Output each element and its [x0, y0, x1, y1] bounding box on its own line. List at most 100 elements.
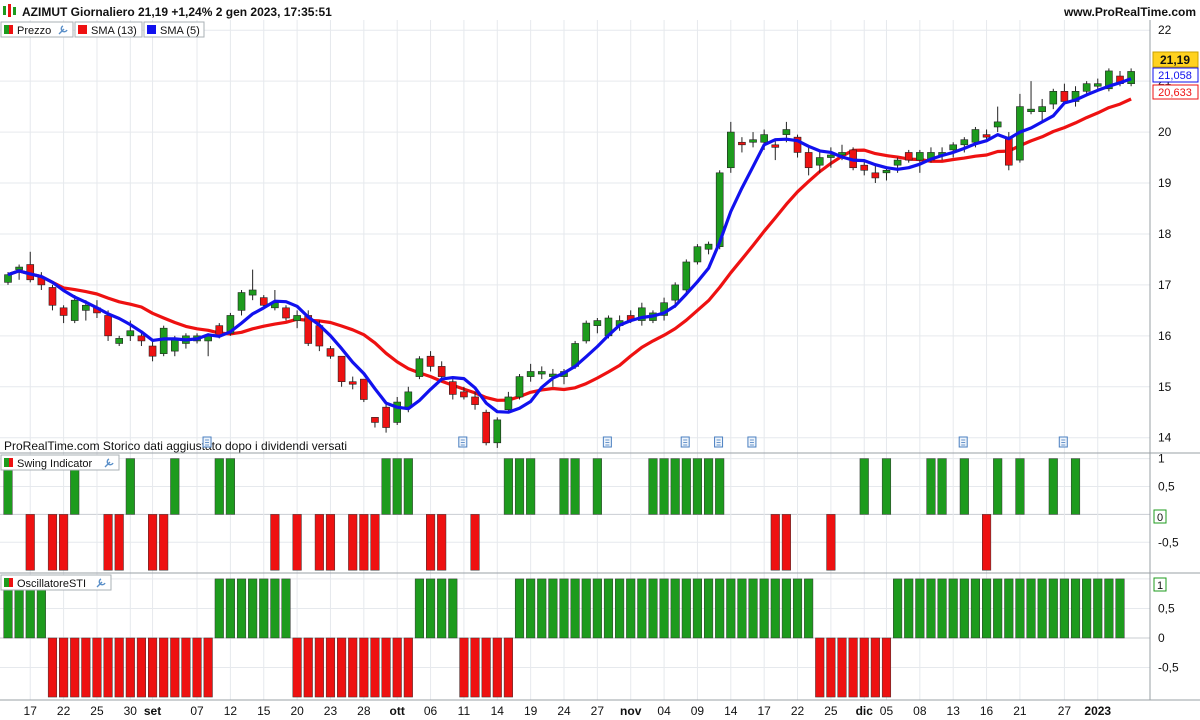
swing-bar [592, 458, 602, 515]
candle [693, 244, 702, 265]
sti-bar [837, 637, 847, 698]
sti-bar [1082, 578, 1092, 639]
swing-bar [926, 458, 936, 515]
sti-bar [893, 578, 903, 639]
news-doc-icon[interactable] [1058, 436, 1068, 448]
swing-last-badge: 0 [1153, 509, 1167, 524]
sti-bar [103, 637, 113, 698]
sti-bar [615, 578, 625, 639]
swing-bar [148, 514, 158, 571]
candle [159, 325, 168, 357]
sti-bar [792, 578, 803, 639]
swing-bar [982, 514, 992, 571]
sti-bar [292, 637, 302, 698]
news-doc-icon[interactable] [714, 436, 724, 448]
sti-bar [70, 637, 80, 698]
prezzo-swatch-icon [4, 25, 9, 34]
sti-bar [881, 637, 892, 698]
swing-bar [559, 458, 569, 515]
sti-bar [203, 637, 213, 698]
swing-bar [503, 458, 513, 515]
last-sma5-badge: 21,058 [1152, 67, 1199, 83]
sti-bar [1059, 578, 1069, 639]
news-doc-icon[interactable] [747, 436, 757, 448]
sti-bar [815, 637, 825, 698]
y-tick-label: 16 [1158, 329, 1172, 343]
sti-bar [770, 578, 780, 639]
news-doc-icon[interactable] [602, 436, 612, 448]
candle [682, 259, 691, 293]
x-tick-label: 28 [357, 704, 371, 718]
sti-bar [281, 578, 291, 639]
swing-bar [314, 514, 324, 571]
sti-bar [181, 637, 191, 698]
candle [515, 374, 524, 400]
swing-bar [993, 458, 1003, 515]
candle [582, 320, 591, 344]
x-tick-label: 2023 [1084, 704, 1111, 718]
y-tick-label: 0,5 [1158, 601, 1175, 615]
swing-bar [514, 458, 525, 515]
swing-bar [159, 514, 169, 571]
swing-bar [715, 458, 725, 515]
swing-legend: Swing Indicator [0, 454, 120, 471]
swing-bar [114, 514, 124, 571]
sti-bar [503, 637, 513, 698]
sti-bar [781, 578, 791, 639]
swing-title: Swing Indicator [17, 458, 93, 470]
swing-bar [47, 514, 58, 571]
sti-bar [659, 578, 669, 639]
x-tick-label: 15 [257, 704, 271, 718]
sti-bar [303, 637, 313, 698]
y-tick-label: 20 [1158, 125, 1172, 139]
candle [282, 305, 290, 321]
news-doc-icon[interactable] [958, 436, 968, 448]
sti-bar [248, 578, 258, 639]
x-tick-label: dic [856, 704, 874, 718]
sti-bar [1115, 578, 1125, 639]
sti-bar [492, 637, 502, 698]
swing-bar [125, 458, 135, 515]
swing-bar [170, 458, 180, 515]
swing-bar [670, 458, 680, 515]
sti-bar [759, 578, 769, 639]
y-tick-label: 0 [1158, 631, 1165, 645]
sti-bar [826, 637, 836, 698]
last-sma5-value: 21,058 [1158, 70, 1192, 82]
sti-bar [370, 637, 380, 698]
sti-bar [570, 578, 580, 639]
sti-bar [270, 578, 280, 639]
sti-bar [559, 578, 569, 639]
news-doc-icon[interactable] [458, 436, 468, 448]
sti-bar [748, 578, 758, 639]
sti-bar [514, 578, 525, 639]
sti-bar [114, 637, 124, 698]
x-tick-label: 22 [791, 704, 805, 718]
sti-bar [148, 637, 158, 698]
swing-bar [959, 458, 969, 515]
sti-bar [125, 637, 135, 698]
sti-bar [392, 637, 402, 698]
sti-bar [470, 637, 480, 698]
sti-bar [403, 637, 413, 698]
candle [415, 356, 424, 380]
x-tick-label: 25 [90, 704, 104, 718]
sti-bar [737, 578, 747, 639]
swing-bar [659, 458, 669, 515]
x-tick-label: ott [390, 704, 405, 718]
sti-bar [704, 578, 714, 639]
swing-bar [881, 458, 892, 515]
news-doc-icon[interactable] [680, 436, 690, 448]
sti-bar [670, 578, 680, 639]
sti-bar [1015, 578, 1025, 639]
legend-sma5: SMA (5) [160, 25, 200, 37]
swing-swatch-icon [4, 458, 9, 467]
y-tick-label: 1 [1158, 452, 1165, 466]
site-link[interactable]: www.ProRealTime.com [1063, 5, 1196, 19]
sma13-swatch-icon [78, 25, 87, 34]
last-sma13-value: 20,633 [1158, 87, 1192, 99]
x-tick-label: 08 [913, 704, 927, 718]
sti-bar [414, 578, 424, 639]
news-doc-icon[interactable] [202, 436, 212, 448]
sti-bar [136, 637, 146, 698]
